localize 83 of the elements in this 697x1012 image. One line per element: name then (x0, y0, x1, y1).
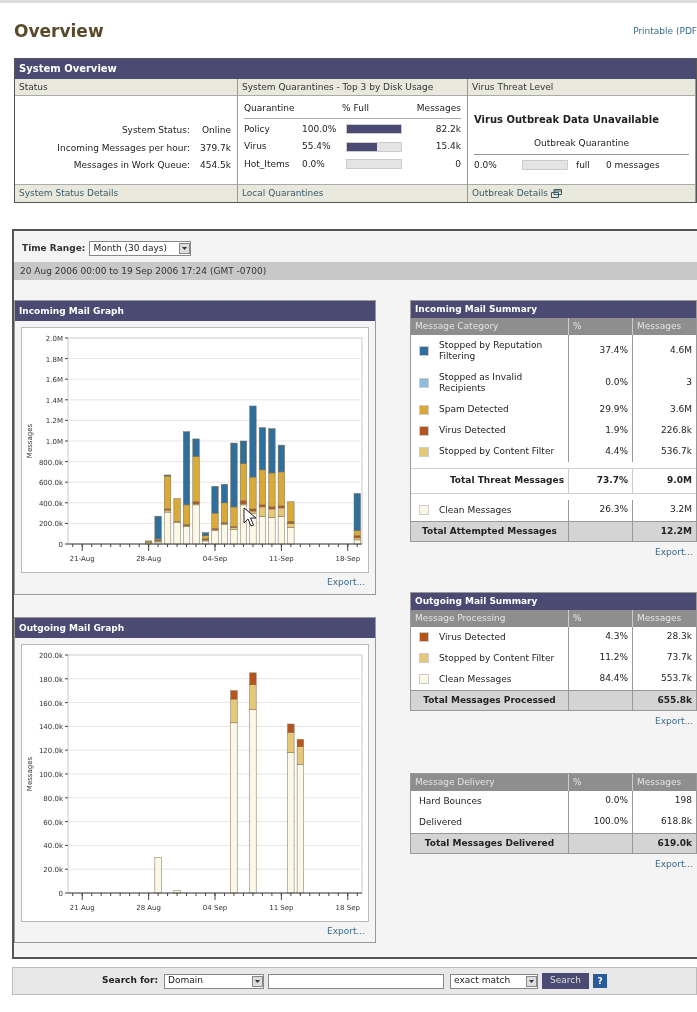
table-cell: 12.2M (632, 520, 696, 541)
field-label: Time Range: (22, 241, 86, 255)
row-label: Clean Messages (439, 504, 512, 516)
quarantine-name: Virus (244, 140, 268, 153)
column-header: Messages (632, 318, 696, 335)
status-value: Online (200, 124, 231, 137)
field-label: Search for: (102, 974, 159, 988)
column-header: % (568, 318, 632, 335)
row-label: Stopped by Content Filter (439, 446, 555, 457)
status-label: Messages in Work Queue: (72, 159, 190, 172)
table-cell: 4.3% (568, 626, 632, 648)
table-cell: 26.3% (568, 499, 632, 521)
table-cell: 29.9% (568, 399, 632, 420)
table-cell: 4.6M (632, 335, 696, 367)
message-count: 82.2k (434, 122, 461, 136)
table-cell: 0.0% (568, 790, 632, 812)
table-cell: 28.3k (632, 626, 696, 648)
column-header: Message Delivery (411, 773, 568, 791)
table-cell: 0.0% (568, 367, 632, 399)
column-heading: System Quarantines - Top 3 by Disk Usage (238, 79, 467, 96)
outbreak-quarantine-label: Outbreak Quarantine (474, 137, 689, 155)
row-label: Stopped by Content Filter (439, 652, 555, 664)
message-count: 0 messages (605, 158, 660, 172)
panel-title: Incoming Mail Summary (411, 301, 696, 318)
status-label: System Status: (120, 124, 190, 137)
percent-full: 55.4% (302, 140, 332, 153)
page-title: Overview (14, 20, 104, 43)
table-cell: 37.4% (568, 335, 632, 367)
column-header: Message Category (411, 318, 568, 335)
status-label: Incoming Messages per hour: (57, 141, 190, 155)
table-cell: 655.8k (632, 689, 696, 710)
total-label: Total Messages Processed (411, 689, 568, 710)
column-header: % (568, 773, 632, 791)
quarantine-name: Policy (244, 122, 271, 136)
column-heading: Status (15, 79, 237, 96)
table-cell: 3.2M (632, 499, 696, 521)
table-cell: 84.4% (568, 668, 632, 690)
column-header: % Full (302, 102, 409, 119)
table-cell: 553.7k (632, 668, 696, 690)
row-label: Virus Detected (439, 425, 506, 436)
table-cell: 11.2% (568, 647, 632, 669)
panel-title: Outgoing Mail Graph (15, 617, 375, 638)
column-header: Quarantine (244, 102, 302, 119)
table-cell: 73.7% (568, 468, 632, 494)
date-range-bar: 20 Aug 2006 00:00 to 19 Sep 2006 17:24 (GMT -0700) (14, 262, 697, 280)
total-label: Total Threat Messages (411, 468, 568, 494)
table-cell: 4.4% (568, 441, 632, 462)
row-label: Delivered (419, 816, 463, 828)
row-label: Stopped by Reputation Filtering (439, 340, 544, 362)
panel-title: Incoming Mail Graph (15, 301, 375, 321)
message-count: 0 (454, 157, 461, 171)
full-label: full (576, 158, 590, 172)
percent-full: 100.0% (302, 122, 338, 136)
row-label: Virus Detected (439, 631, 506, 643)
table-cell: 1.9% (568, 420, 632, 441)
table-cell: 100.0% (568, 811, 632, 833)
status-value: 454.5k (200, 159, 231, 172)
total-label: Total Attempted Messages (411, 520, 568, 541)
table-cell: 619.0k (632, 832, 696, 853)
row-label: Clean Messages (439, 673, 512, 685)
table-cell: 226.8k (632, 420, 696, 441)
table-cell: 536.7k (632, 441, 696, 462)
row-label: Stopped as Invalid Recipients (439, 372, 524, 394)
table-cell: 198 (632, 790, 696, 812)
status-value: 379.7k (200, 141, 231, 155)
table-cell: 3 (632, 367, 696, 399)
table-cell: 3.6M (632, 399, 696, 420)
total-label: Total Messages Delivered (411, 832, 568, 853)
column-heading: Virus Threat Level (468, 79, 695, 96)
row-label: Spam Detected (439, 404, 509, 415)
outbreak-message: Virus Outbreak Data Unavailable (474, 113, 660, 127)
percent-full: 0.0% (474, 158, 498, 172)
table-cell: 9.0M (632, 468, 696, 494)
quarantine-name: Hot_Items (244, 157, 291, 171)
column-header: Messages (409, 102, 461, 119)
panel-title: System Overview (15, 59, 696, 79)
row-label: Hard Bounces (419, 795, 482, 807)
panel-title: Outgoing Mail Summary (411, 592, 696, 610)
table-cell: 73.7k (632, 647, 696, 669)
message-count: 15.4k (434, 140, 461, 153)
percent-full: 0.0% (302, 157, 326, 171)
table-cell: 618.8k (632, 811, 696, 833)
column-header: Messages (632, 773, 696, 791)
